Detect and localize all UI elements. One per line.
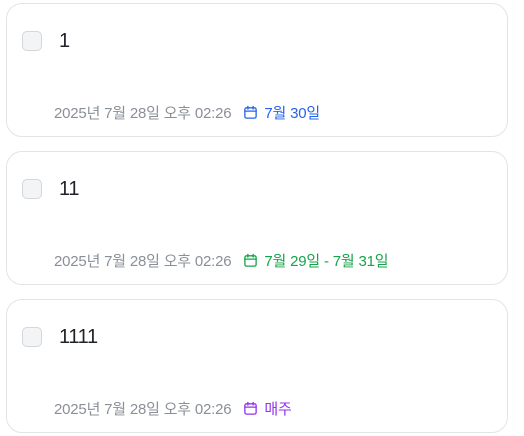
calendar-icon [244,401,258,415]
calendar-icon [244,105,258,119]
task-title: 11 [59,178,80,200]
task-checkbox[interactable] [22,179,42,199]
task-checkbox[interactable] [22,327,42,347]
task-list: 1 2025년 7월 28일 오후 02:26 7월 30일 11 2025년 … [0,0,524,436]
created-timestamp: 2025년 7월 28일 오후 02:26 [54,104,232,122]
due-date-label: 7월 29일 - 7월 31일 [264,252,389,270]
task-meta: 2025년 7월 28일 오후 02:26 7월 30일 [54,102,320,122]
recurrence-label: 매주 [243,398,292,419]
due-date-label: 7월 30일 [264,104,321,122]
task-card[interactable]: 1 2025년 7월 28일 오후 02:26 7월 30일 [6,3,508,137]
created-timestamp: 2025년 7월 28일 오후 02:26 [54,400,232,418]
task-meta: 2025년 7월 28일 오후 02:26 매주 [54,398,292,418]
task-meta: 2025년 7월 28일 오후 02:26 7월 29일 - 7월 31일 [54,250,389,271]
task-checkbox[interactable] [22,31,42,51]
due-date-label: 매주 [264,400,292,418]
task-title: 1111 [59,326,98,348]
created-timestamp: 2025년 7월 28일 오후 02:26 [54,252,232,270]
due-date-range: 7월 29일 - 7월 31일 [243,250,389,271]
task-card[interactable]: 1111 2025년 7월 28일 오후 02:26 매주 [6,299,508,433]
calendar-icon [244,253,258,267]
task-title: 1 [59,30,70,52]
task-card[interactable]: 11 2025년 7월 28일 오후 02:26 7월 29일 - 7월 31일 [6,151,508,285]
due-date: 7월 30일 [243,102,320,123]
